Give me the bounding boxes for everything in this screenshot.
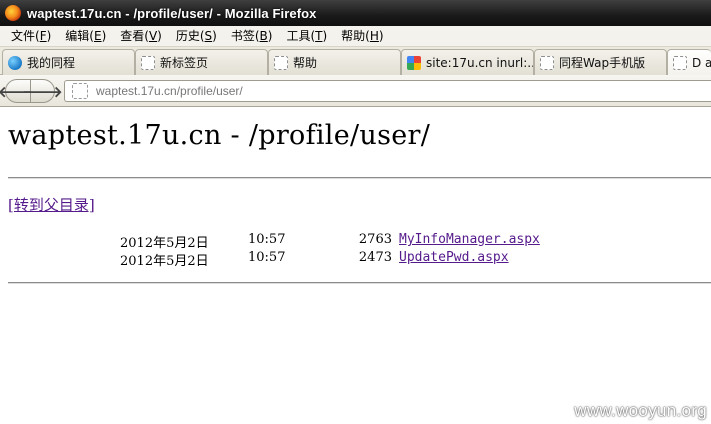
menu-bookmarks[interactable]: 书签(B) [224, 26, 280, 47]
divider-top [8, 177, 711, 179]
blank-page-icon [540, 55, 554, 70]
file-size: 2473 [358, 250, 392, 265]
parent-directory-link[interactable]: [转到父目录] [8, 194, 95, 215]
tab-label: 帮助 [293, 56, 318, 70]
file-row: 2012年5月2日 10:57 2473 UpdatePwd.aspx [0, 250, 711, 269]
forward-button[interactable]: 🡒 [22, 79, 63, 103]
tab-current[interactable]: D a [667, 49, 711, 75]
tongcheng-logo-icon [8, 55, 22, 70]
tab-help[interactable]: 帮助 [268, 49, 401, 75]
menu-edit[interactable]: 编辑(E) [58, 26, 113, 47]
tab-tongcheng[interactable]: 我的同程 [2, 49, 135, 75]
tab-google-search[interactable]: site:17u.cn inurl:... [401, 49, 534, 75]
title-bar: waptest.17u.cn - /profile/user/ - Mozill… [0, 0, 711, 26]
file-link[interactable]: MyInfoManager.aspx [399, 232, 540, 247]
url-bar[interactable]: waptest.17u.cn/profile/user/ [64, 80, 711, 102]
file-size: 2763 [358, 232, 392, 247]
blank-page-icon [274, 55, 288, 70]
tab-label: D a [692, 55, 711, 70]
tab-label: 我的同程 [27, 56, 76, 70]
tab-strip: 我的同程 新标签页 帮助 site:17u.cn inurl:... 同程Wap… [0, 47, 711, 75]
menu-bar: 文件(F) 编辑(E) 查看(V) 历史(S) 书签(B) 工具(T) 帮助(H… [0, 26, 711, 47]
menu-view[interactable]: 查看(V) [113, 26, 169, 47]
window-title: waptest.17u.cn - /profile/user/ - Mozill… [27, 5, 317, 21]
site-identity-icon[interactable] [72, 83, 88, 99]
file-row: 2012年5月2日 10:57 2763 MyInfoManager.aspx [0, 232, 711, 251]
page-content: waptest.17u.cn - /profile/user/ [转到父目录] … [0, 108, 711, 424]
forward-arrow-icon: 🡒 [22, 82, 63, 101]
menu-history[interactable]: 历史(S) [169, 26, 224, 47]
menu-file[interactable]: 文件(F) [4, 26, 58, 47]
watermark: www.wooyun.org [574, 401, 707, 420]
url-text[interactable]: waptest.17u.cn/profile/user/ [96, 84, 243, 98]
google-icon [407, 55, 421, 70]
firefox-logo-icon [5, 5, 21, 21]
page-title: waptest.17u.cn - /profile/user/ [8, 120, 431, 151]
file-listing: 2012年5月2日 10:57 2763 MyInfoManager.aspx … [0, 232, 711, 269]
file-time: 10:57 [248, 232, 286, 247]
tab-new-tab[interactable]: 新标签页 [135, 49, 268, 75]
file-time: 10:57 [248, 250, 286, 265]
file-link[interactable]: UpdatePwd.aspx [399, 250, 509, 265]
tab-label: 同程Wap手机版 [559, 56, 646, 70]
tab-label: 新标签页 [160, 56, 209, 70]
blank-page-icon [673, 55, 687, 70]
divider-bottom [8, 282, 711, 284]
menu-tools[interactable]: 工具(T) [279, 26, 334, 47]
navigation-toolbar: 🡐 🡒 waptest.17u.cn/profile/user/ [0, 75, 711, 107]
tab-label: site:17u.cn inurl:... [426, 55, 534, 70]
tab-tongcheng-wap[interactable]: 同程Wap手机版 [534, 49, 667, 75]
menu-help[interactable]: 帮助(H) [334, 26, 390, 47]
file-date: 2012年5月2日 [120, 254, 209, 269]
blank-page-icon [141, 55, 155, 70]
file-date: 2012年5月2日 [120, 236, 209, 251]
